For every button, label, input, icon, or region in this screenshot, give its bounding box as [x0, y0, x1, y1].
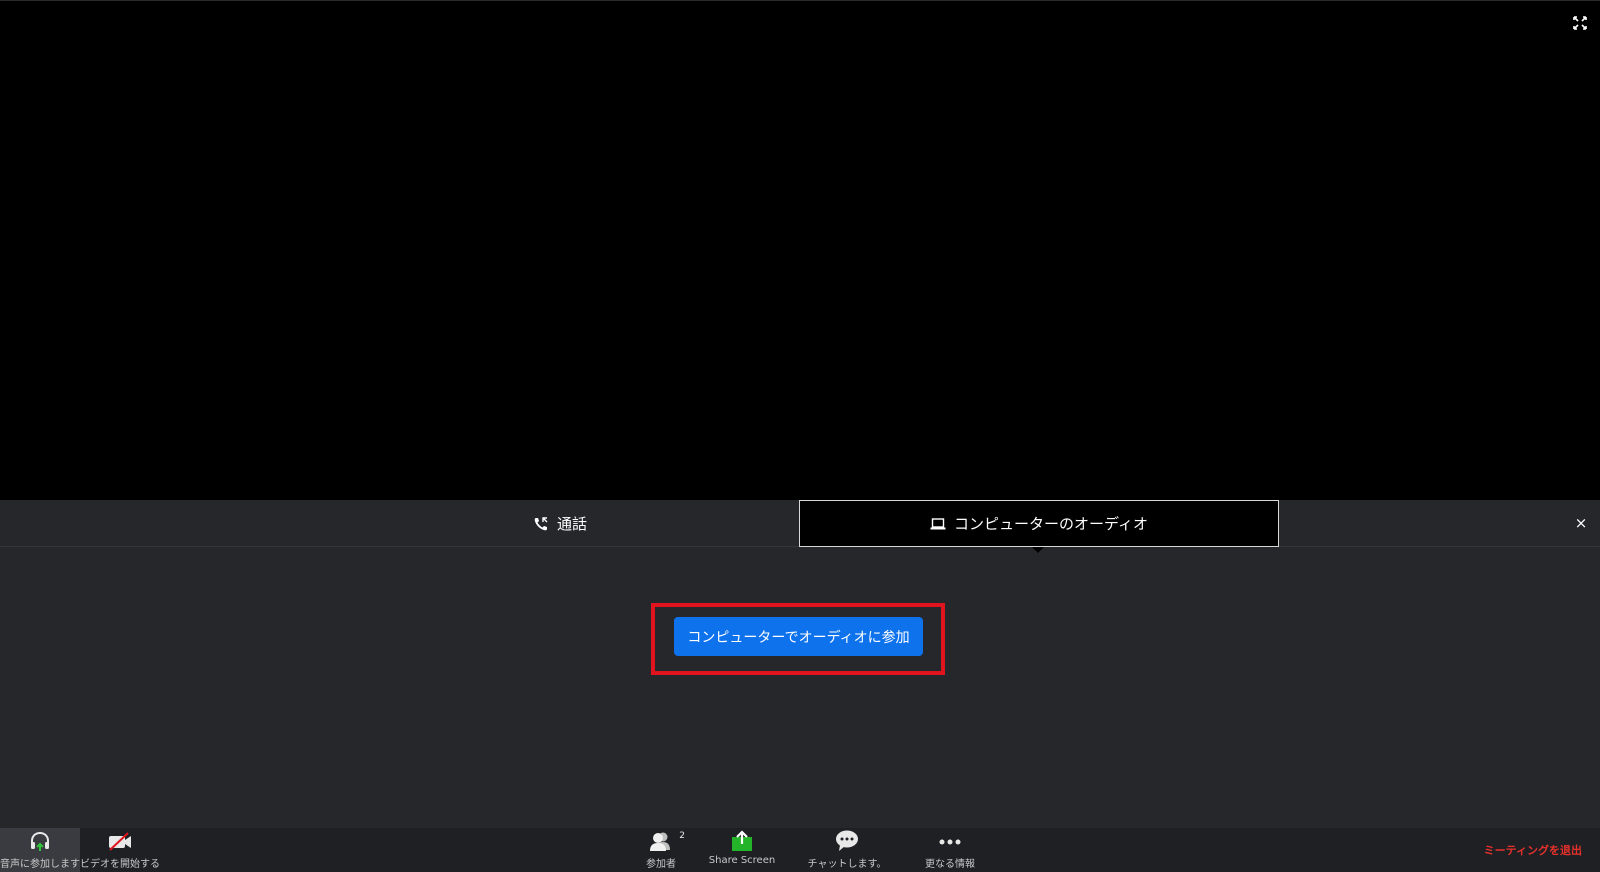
join-audio-button[interactable]: 音声に参加します: [0, 828, 80, 872]
join-computer-audio-button[interactable]: コンピューターでオーディオに参加: [674, 617, 923, 656]
participants-label: 参加者: [646, 859, 676, 870]
meeting-toolbar: 音声に参加します ビデオを開始する 2 参加者 Share Screen チャッ…: [0, 828, 1600, 872]
close-icon[interactable]: ×: [1572, 514, 1590, 532]
more-label: 更なる情報: [925, 859, 975, 870]
audio-tab-bar: 通話 コンピューターのオーディオ ×: [0, 500, 1600, 553]
headphones-icon: [28, 828, 52, 854]
participants-icon: 2: [647, 828, 685, 854]
share-screen-icon: [730, 828, 754, 854]
fullscreen-icon[interactable]: [1572, 15, 1588, 31]
more-button[interactable]: 更なる情報: [910, 828, 990, 872]
chat-bubble-icon: [834, 828, 860, 854]
tab-computer-audio[interactable]: コンピューターのオーディオ: [799, 500, 1279, 547]
chat-label: チャットします。: [807, 859, 887, 870]
tab-computer-label: コンピューターのオーディオ: [954, 515, 1148, 533]
tab-phone-label: 通話: [556, 515, 587, 533]
participants-button[interactable]: 2 参加者: [628, 828, 694, 872]
leave-meeting-button[interactable]: ミーティングを退出: [1484, 842, 1582, 858]
selected-tab-caret: [1032, 547, 1044, 553]
video-off-icon: [106, 828, 134, 854]
more-dots-icon: [937, 828, 963, 854]
video-area: [0, 0, 1600, 500]
start-video-label: ビデオを開始する: [80, 859, 160, 870]
tab-phone-call[interactable]: 通話: [320, 500, 800, 547]
share-screen-label: Share Screen: [708, 855, 776, 866]
laptop-icon: [930, 517, 946, 531]
start-video-button[interactable]: ビデオを開始する: [80, 828, 160, 872]
phone-call-icon: [533, 516, 549, 532]
audio-join-panel: 通話 コンピューターのオーディオ × コンピューターでオーディオに参加: [0, 500, 1600, 828]
participants-count-badge: 2: [679, 831, 685, 841]
chat-button[interactable]: チャットします。: [802, 828, 892, 872]
join-audio-label: 音声に参加します: [0, 859, 80, 870]
share-screen-button[interactable]: Share Screen: [704, 828, 780, 872]
